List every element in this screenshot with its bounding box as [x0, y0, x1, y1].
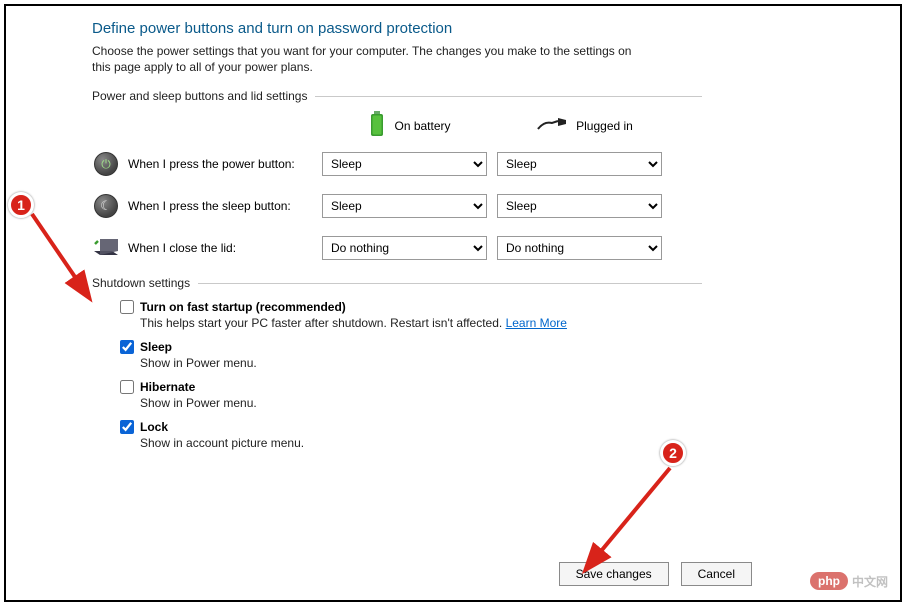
lock-checkbox[interactable]: [120, 420, 134, 434]
footer-buttons: Save changes Cancel: [559, 562, 752, 586]
sleep-button-label: When I press the sleep button:: [128, 199, 291, 213]
save-changes-button[interactable]: Save changes: [559, 562, 669, 586]
hibernate-checkbox[interactable]: [120, 380, 134, 394]
sleep-checkbox[interactable]: [120, 340, 134, 354]
lock-option: Lock Show in account picture menu.: [120, 420, 702, 450]
power-button-battery-select[interactable]: Sleep: [322, 152, 487, 176]
watermark-cn: 中文网: [852, 573, 888, 590]
annotation-badge-1: 1: [8, 192, 34, 218]
section-legend-text: Power and sleep buttons and lid settings: [92, 89, 307, 103]
page-subtitle: Choose the power settings that you want …: [92, 43, 632, 75]
power-button-icon: [94, 152, 118, 176]
hibernate-option: Hibernate Show in Power menu.: [120, 380, 702, 410]
close-lid-label: When I close the lid:: [128, 241, 236, 255]
lid-icon: [92, 234, 120, 262]
annotation-badge-2: 2: [660, 440, 686, 466]
fast-startup-label: Turn on fast startup (recommended): [140, 300, 346, 314]
close-lid-battery-select[interactable]: Do nothing: [322, 236, 487, 260]
close-lid-plugged-select[interactable]: Do nothing: [497, 236, 662, 260]
sleep-button-plugged-select[interactable]: Sleep: [497, 194, 662, 218]
sleep-button-battery-select[interactable]: Sleep: [322, 194, 487, 218]
section-legend-text: Shutdown settings: [92, 276, 190, 290]
cancel-button[interactable]: Cancel: [681, 562, 752, 586]
battery-icon: [368, 111, 386, 140]
page-title: Define power buttons and turn on passwor…: [92, 20, 882, 37]
column-headers: On battery Plugged in: [92, 111, 702, 140]
on-battery-label: On battery: [394, 119, 450, 133]
sleep-button-icon: [94, 194, 118, 218]
lock-label: Lock: [140, 420, 168, 434]
hibernate-desc: Show in Power menu.: [140, 396, 702, 410]
power-button-row: When I press the power button: Sleep Sle…: [92, 150, 702, 178]
power-sleep-section: Power and sleep buttons and lid settings…: [92, 89, 702, 262]
section-legend-power: Power and sleep buttons and lid settings: [92, 89, 702, 103]
power-button-label: When I press the power button:: [128, 157, 295, 171]
fast-startup-checkbox[interactable]: [120, 300, 134, 314]
divider: [315, 96, 702, 97]
learn-more-link[interactable]: Learn More: [506, 316, 567, 330]
fast-startup-desc: This helps start your PC faster after sh…: [140, 316, 506, 330]
sleep-button-row: When I press the sleep button: Sleep Sle…: [92, 192, 702, 220]
watermark-pill: php: [810, 572, 848, 590]
close-lid-row: When I close the lid: Do nothing Do noth…: [92, 234, 702, 262]
sleep-option: Sleep Show in Power menu.: [120, 340, 702, 370]
sleep-desc: Show in Power menu.: [140, 356, 702, 370]
divider: [198, 283, 702, 284]
sleep-label: Sleep: [140, 340, 172, 354]
shutdown-section: Shutdown settings Turn on fast startup (…: [92, 276, 702, 450]
fast-startup-option: Turn on fast startup (recommended) This …: [120, 300, 702, 330]
watermark: php 中文网: [810, 572, 888, 590]
power-button-plugged-select[interactable]: Sleep: [497, 152, 662, 176]
lock-desc: Show in account picture menu.: [140, 436, 702, 450]
plugged-in-label: Plugged in: [576, 119, 633, 133]
section-legend-shutdown: Shutdown settings: [92, 276, 702, 290]
plug-icon: [536, 115, 568, 136]
settings-panel: Define power buttons and turn on passwor…: [4, 4, 902, 602]
hibernate-label: Hibernate: [140, 380, 195, 394]
